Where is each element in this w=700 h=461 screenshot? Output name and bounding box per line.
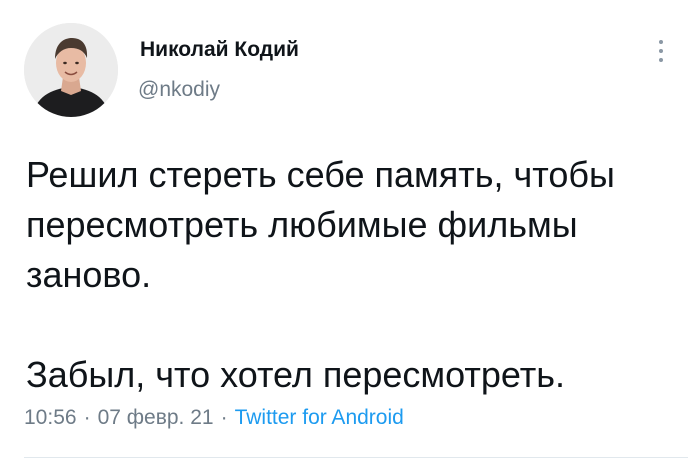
more-vertical-icon xyxy=(659,40,663,44)
tweet-paragraph: Решил стереть себе память, чтобы пересмо… xyxy=(26,154,615,295)
meta-separator: · xyxy=(220,406,228,429)
more-vertical-icon-dot xyxy=(659,49,663,53)
tweet-source-link[interactable]: Twitter for Android xyxy=(235,406,404,429)
tweet-paragraph: Забыл, что хотел пересмотреть. xyxy=(26,354,565,395)
tweet-metadata: 10:56 · 07 февр. 21 · Twitter for Android xyxy=(24,406,404,430)
meta-separator: · xyxy=(83,406,91,429)
avatar[interactable] xyxy=(24,23,118,117)
tweet-date[interactable]: 07 февр. 21 xyxy=(98,406,214,429)
author-handle[interactable]: @nkodiy xyxy=(138,78,220,102)
more-vertical-icon-dot xyxy=(659,58,663,62)
tweet-text: Решил стереть себе память, чтобы пересмо… xyxy=(26,150,686,400)
tweet-time[interactable]: 10:56 xyxy=(24,406,77,429)
author-display-name[interactable]: Николай Кодий xyxy=(140,38,299,62)
divider xyxy=(24,457,688,458)
avatar-photo xyxy=(24,23,118,117)
more-options-button[interactable] xyxy=(650,36,674,66)
